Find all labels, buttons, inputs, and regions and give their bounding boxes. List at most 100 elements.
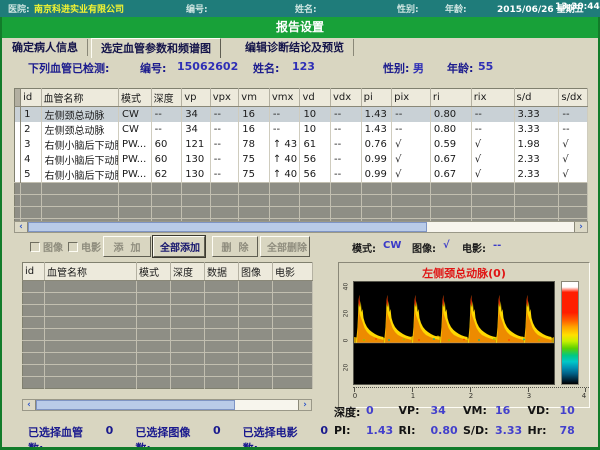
hospital-name: 南京科进实业有限公司: [34, 2, 124, 15]
col-header: vmx: [269, 89, 300, 107]
scroll-right-button[interactable]: ›: [574, 222, 587, 232]
col-header: 电影: [273, 263, 313, 281]
velocity-colorbar: [561, 281, 579, 385]
table-row[interactable]: 3右侧小脑后下动脉 PW...60 121-- 78↑ 43 61-- 0.76…: [15, 137, 588, 152]
image-value: √: [443, 240, 450, 251]
delete-button[interactable]: 删 除: [212, 236, 258, 257]
readout-row-1: 深度:0 VP:34 VM:16 VD:10: [334, 404, 592, 419]
checkbox-label: 图像: [43, 239, 63, 254]
x-axis: 0 1 2 3 4: [353, 387, 589, 404]
x-axis-tick: 4: [582, 392, 586, 400]
age-label: 年龄:: [445, 2, 467, 15]
scroll-right-button[interactable]: ›: [298, 400, 311, 410]
scrollbar-track[interactable]: [36, 400, 298, 410]
col-header: 深度: [171, 263, 205, 281]
table-row[interactable]: 4右侧小脑后下动脉 PW...60 130-- 75↑ 40 56-- 0.99…: [15, 152, 588, 167]
tab-label: 确定病人信息: [12, 41, 78, 54]
doppler-spectrum-plot: [353, 281, 555, 385]
empty-row: [23, 341, 313, 353]
cine-count-label: 已选择电影数:: [243, 424, 311, 439]
tab-bar: 确定病人信息 选定血管参数和频谱图 编辑诊断结论及预览: [2, 38, 598, 57]
checkbox-box: [30, 242, 40, 252]
vd-label: VD:: [528, 404, 560, 419]
scrollbar-thumb[interactable]: [28, 222, 427, 232]
y-axis-tick: 20: [343, 309, 350, 319]
add-all-button[interactable]: 全部添加: [153, 236, 205, 257]
col-header: pi: [361, 89, 392, 107]
image-count-label: 已选择图像数:: [135, 424, 203, 439]
page-title-bar: 报告设置: [0, 17, 600, 38]
table-row[interactable]: 1左侧颈总动脉 CW-- 34-- 16-- 10-- 1.43-- 0.80-…: [15, 107, 588, 123]
patient-name-label: 姓名:: [253, 60, 279, 76]
pi-label: PI:: [334, 424, 366, 439]
hospital-label: 医院:: [8, 2, 30, 15]
y-axis-tick: 40: [343, 282, 350, 292]
detected-label: 下列血管已检测:: [28, 60, 109, 76]
delete-all-button[interactable]: 全部删除: [260, 236, 310, 257]
col-header: 数据: [205, 263, 239, 281]
pi-value: 1.43: [366, 424, 393, 439]
tab-patient-info[interactable]: 确定病人信息: [3, 39, 88, 56]
tab-label: 选定血管参数和频谱图: [101, 42, 211, 55]
x-axis-tick: 0: [353, 392, 357, 400]
table-row[interactable]: 5右侧小脑后下动脉 PW...62 130-- 75↑ 40 56-- 0.99…: [15, 167, 588, 183]
scroll-left-button[interactable]: ‹: [15, 222, 28, 232]
tab-diagnosis-preview[interactable]: 编辑诊断结论及预览: [236, 39, 354, 56]
image-checkbox[interactable]: 图像: [30, 239, 63, 254]
col-header: 模式: [137, 263, 171, 281]
x-axis-tick: 3: [527, 392, 531, 400]
col-header: 深度: [151, 89, 182, 107]
scroll-left-button[interactable]: ‹: [23, 400, 36, 410]
x-axis-tick: 1: [411, 392, 415, 400]
gender-label: 性别:: [383, 60, 409, 76]
hr-value: 78: [560, 424, 575, 439]
hr-label: Hr:: [528, 424, 560, 439]
time-display: 13:30:44: [555, 2, 600, 12]
col-header: 血管名称: [45, 263, 137, 281]
col-header: 血管名称: [41, 89, 118, 107]
scrollbar-thumb[interactable]: [36, 400, 235, 410]
vm-value: 16: [495, 404, 510, 419]
cine-label: 电影:: [462, 240, 486, 255]
cine-value: --: [493, 240, 501, 251]
readout-row-2: PI:1.43 RI:0.80 S/D:3.33 Hr:78: [334, 424, 592, 439]
mode-label: 模式:: [352, 240, 376, 255]
patient-info-row: 下列血管已检测: 编号: 15062602 姓名: 123 性别: 男 年龄: …: [0, 60, 600, 76]
table-row[interactable]: 2左侧颈总动脉 CW-- 34-- 16-- 10-- 1.43-- 0.80-…: [15, 122, 588, 137]
vessel-table-hscrollbar: ‹ ›: [14, 221, 588, 233]
vessel-table: id 血管名称 模式 深度 vp vpx vm vmx vd vdx pi pi…: [14, 88, 588, 231]
sd-value: 3.33: [495, 424, 522, 439]
tab-vessel-params[interactable]: 选定血管参数和频谱图: [91, 38, 221, 58]
col-header: s/dx: [559, 89, 588, 107]
titlebar: 医院: 南京科进实业有限公司 编号: 姓名: 性别: 年龄: 2015/06/2…: [0, 0, 600, 17]
col-header: vdx: [331, 89, 362, 107]
col-header: vm: [239, 89, 270, 107]
patient-name-label: 姓名:: [295, 2, 317, 15]
cine-checkbox[interactable]: 电影: [68, 239, 101, 254]
empty-row: [23, 329, 313, 341]
gender-value: 男: [413, 60, 424, 76]
scroll-right-icon: ›: [303, 400, 307, 410]
scrollbar-track[interactable]: [28, 222, 574, 232]
col-header: pix: [392, 89, 431, 107]
empty-row: [23, 293, 313, 305]
col-header: 图像: [239, 263, 273, 281]
col-header: vd: [300, 89, 331, 107]
cine-count-value: 0: [320, 424, 328, 439]
empty-row: [15, 195, 588, 207]
image-label: 图像:: [412, 240, 436, 255]
page-title: 报告设置: [276, 20, 324, 34]
vessel-count-label: 已选择血管数:: [28, 424, 96, 439]
vm-label: VM:: [463, 404, 495, 419]
spectrum-title: 左侧颈总动脉(0): [339, 265, 589, 281]
record-id-value: 15062602: [177, 60, 238, 73]
depth-value: 0: [366, 404, 374, 419]
patient-name-value: 123: [292, 60, 315, 73]
empty-row: [23, 365, 313, 377]
y-axis-tick: 20: [343, 363, 350, 373]
col-header: 模式: [118, 89, 151, 107]
y-axis-tick: 0: [343, 336, 350, 346]
tab-label: 编辑诊断结论及预览: [245, 41, 344, 54]
add-button[interactable]: 添 加: [103, 236, 151, 257]
vessel-count-value: 0: [106, 424, 114, 439]
